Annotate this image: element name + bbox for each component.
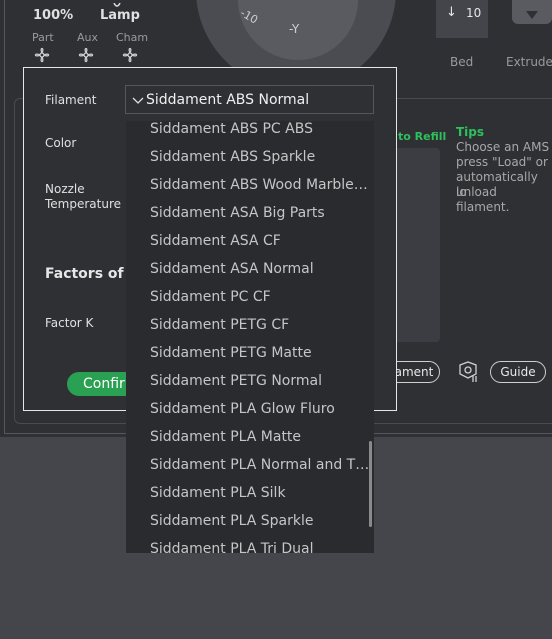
lamp-icon[interactable] [112, 0, 122, 7]
bed-label: Bed [450, 55, 474, 69]
fan-label-aux: Aux [77, 31, 99, 44]
dropdown-item[interactable]: Siddament ABS Sparkle [150, 149, 368, 165]
dropdown-item[interactable]: Siddament PLA Normal and T… [150, 457, 368, 473]
fan-label-cham: Cham [116, 31, 149, 44]
dropdown-item[interactable]: Siddament ASA Normal [150, 261, 368, 277]
ams-slot-area [392, 148, 440, 342]
dropdown-item[interactable]: Siddament PLA Silk [150, 485, 368, 501]
lamp-label: Lamp [100, 8, 140, 23]
dropdown-item[interactable]: Siddament PLA Sparkle [150, 513, 368, 529]
speed-value: 100% [33, 8, 74, 23]
tips-title: Tips [456, 125, 485, 139]
guide-button[interactable]: Guide [490, 361, 546, 383]
filament-select[interactable]: Siddament ABS Normal [125, 85, 374, 114]
confirm-label: Confir [83, 376, 125, 392]
tips-line-1: Choose an AMS [456, 140, 550, 154]
bed-temp-value: 10 [466, 6, 482, 20]
factor-k-label: Factor K [45, 316, 94, 330]
part-fan-icon[interactable] [33, 46, 51, 64]
dropdown-item[interactable]: Siddament PC CF [150, 289, 368, 305]
nozzle-label-line1: Nozzle [45, 182, 85, 196]
guide-label: Guide [500, 365, 536, 379]
auto-refill-link[interactable]: to Refill [398, 130, 446, 143]
extruder-label: Extrude [506, 55, 552, 69]
dropdown-item[interactable]: Siddament PLA Tri Dual [150, 541, 368, 553]
dropdown-item[interactable]: Siddament ASA CF [150, 233, 368, 249]
factors-heading: Factors of F [45, 266, 139, 282]
extruder-arrow-icon [526, 4, 538, 23]
nozzle-label-line2: Temperature [45, 197, 122, 211]
jog-label-minus-y: -Y [289, 22, 300, 36]
tips-line-4: unload filament. [456, 185, 510, 214]
color-label: Color [45, 136, 77, 150]
filament-label: Filament [45, 93, 97, 107]
arrow-down-icon: ↓ [446, 5, 457, 20]
fan-label-part: Part [32, 31, 54, 44]
dropdown-item[interactable]: Siddament PETG Matte [150, 345, 368, 361]
dropdown-item[interactable]: Siddament PLA Matte [150, 429, 368, 445]
dropdown-item[interactable]: Siddament ABS Wood Marble… [150, 177, 368, 193]
chevron-down-icon [132, 90, 144, 109]
dropdown-item[interactable]: Siddament PLA Glow Fluro [150, 401, 368, 417]
nozzle-icon[interactable] [456, 360, 480, 388]
dropdown-item[interactable]: Siddament ABS PC ABS [150, 121, 368, 137]
filament-selected-value: Siddament ABS Normal [146, 91, 310, 108]
load-filament-label: ament [394, 365, 434, 379]
tips-line-2: press "Load" or [456, 155, 548, 169]
filament-dropdown-list[interactable]: Siddament ABS PC ABS Siddament ABS Spark… [126, 121, 374, 553]
dropdown-scrollbar[interactable] [369, 441, 372, 527]
dropdown-item[interactable]: Siddament ASA Big Parts [150, 205, 368, 221]
aux-fan-icon[interactable] [77, 46, 95, 64]
dropdown-item[interactable]: Siddament PETG CF [150, 317, 368, 333]
dropdown-item[interactable]: Siddament PETG Normal [150, 373, 368, 389]
chamber-fan-icon[interactable] [121, 46, 139, 64]
